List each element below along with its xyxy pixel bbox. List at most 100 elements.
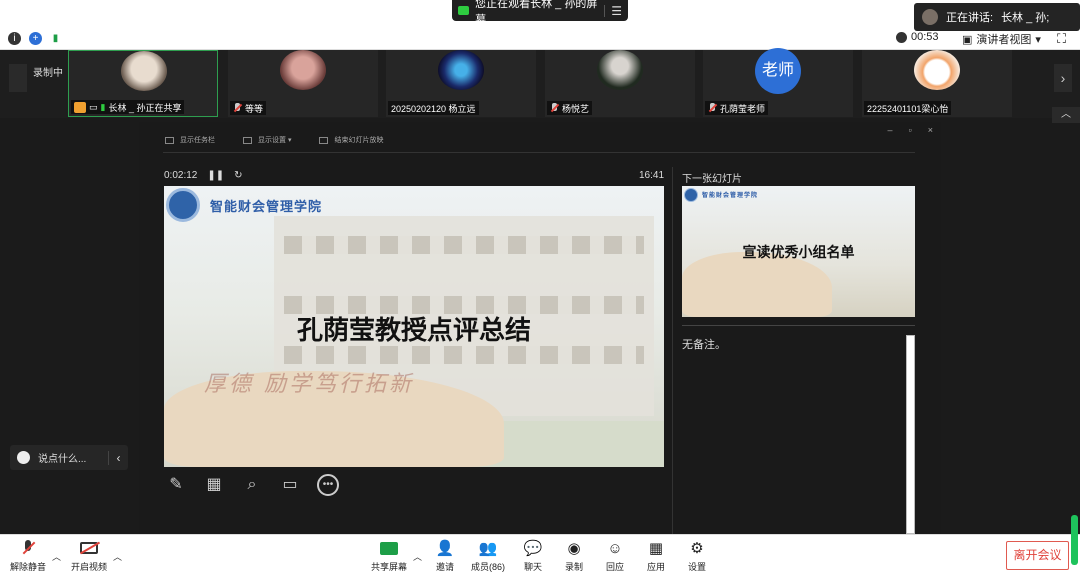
close-icon[interactable]: × bbox=[928, 125, 933, 135]
next-slide-preview[interactable]: 智能财会管理学院 宣读优秀小组名单 bbox=[682, 186, 915, 317]
video-off-icon bbox=[80, 542, 98, 554]
invite-button[interactable]: 👤 邀请 bbox=[434, 539, 456, 573]
participant-namebar: 20250202120 杨立远 bbox=[388, 101, 479, 115]
collapse-strip-icon[interactable]: ︿ bbox=[1052, 107, 1080, 123]
mic-muted-icon bbox=[21, 540, 35, 556]
chevron-left-icon[interactable]: ‹ bbox=[108, 450, 128, 465]
display-settings-label: 显示设置 ▾ bbox=[258, 137, 292, 144]
show-taskbar-button[interactable]: 显示任务栏 bbox=[165, 135, 215, 145]
video-strip: 录制中 ▭ ▮ 长林 _ 孙正在共享 等等 20250202120 杨立远 杨悦… bbox=[0, 48, 1080, 118]
record-icon: ◉ bbox=[567, 540, 581, 557]
minimize-icon[interactable]: – bbox=[888, 125, 893, 135]
chat-placeholder: 说点什么... bbox=[38, 454, 87, 465]
invite-icon: 👤 bbox=[435, 540, 455, 557]
restore-icon[interactable]: ▫ bbox=[909, 125, 912, 135]
chevron-up-icon[interactable]: ︿ bbox=[113, 550, 122, 563]
end-slideshow-button[interactable]: 结束幻灯片放映 bbox=[319, 135, 383, 145]
building-windows bbox=[284, 236, 644, 254]
participant-tile[interactable]: 等等 bbox=[228, 50, 378, 117]
divider bbox=[672, 167, 673, 534]
share-screen-button[interactable]: 共享屏幕 bbox=[371, 539, 407, 573]
view-mode-label: 演讲者视图 bbox=[976, 34, 1032, 46]
zoom-icon[interactable]: ⌕ bbox=[241, 474, 263, 496]
participant-namebar: 等等 bbox=[230, 101, 267, 115]
slide-title: 孔荫莹教授点评总结 bbox=[296, 315, 531, 345]
show-taskbar-label: 显示任务栏 bbox=[180, 137, 215, 144]
shield-icon[interactable]: + bbox=[29, 32, 42, 45]
meeting-info-bar: i + ▮ 00:53 ▣ 演讲者视图 ▾ ⛶ bbox=[0, 28, 1080, 50]
participant-tile[interactable]: 老师 孔荫莹老师 bbox=[703, 48, 853, 117]
end-show-icon bbox=[319, 136, 329, 144]
viewing-indicator[interactable]: 您正在观看长林 _ 孙的屏幕 ☰ bbox=[452, 0, 628, 26]
avatar bbox=[597, 50, 643, 90]
view-options-icon[interactable]: ☰ bbox=[611, 4, 622, 18]
settings-button[interactable]: ⚙ 设置 bbox=[686, 539, 708, 573]
signal-icon[interactable]: ▮ bbox=[49, 32, 62, 45]
view-mode-selector[interactable]: ▣ 演讲者视图 ▾ bbox=[962, 31, 1041, 47]
screen-icon[interactable]: ▭ bbox=[279, 474, 301, 496]
participant-tile[interactable]: ▭ ▮ 长林 _ 孙正在共享 bbox=[68, 50, 218, 117]
speaking-indicator: 正在讲话: 长林 _ 孙; bbox=[914, 3, 1080, 31]
strip-next-arrow[interactable]: › bbox=[1054, 64, 1072, 92]
chat-input[interactable]: 说点什么... ‹ bbox=[10, 445, 128, 470]
current-time: 16:41 bbox=[639, 170, 665, 181]
info-icon[interactable]: i bbox=[8, 32, 21, 45]
notes-scrollbar[interactable] bbox=[906, 335, 915, 534]
clock-icon bbox=[896, 31, 907, 43]
participant-name: 长林 _ 孙正在共享 bbox=[108, 102, 182, 113]
reaction-icon: ☺ bbox=[607, 539, 623, 557]
start-video-button[interactable]: 开启视频 bbox=[71, 539, 107, 573]
chevron-up-icon[interactable]: ︿ bbox=[52, 550, 61, 563]
participant-tile[interactable]: 20250202120 杨立远 bbox=[386, 50, 536, 117]
building-windows bbox=[284, 346, 644, 364]
pen-icon[interactable]: ✎ bbox=[165, 474, 187, 496]
meeting-timer: 00:53 bbox=[896, 31, 939, 43]
participant-name: 杨悦艺 bbox=[562, 103, 590, 114]
reactions-button[interactable]: ☺ 回应 bbox=[604, 539, 626, 573]
participant-namebar: 杨悦艺 bbox=[547, 101, 593, 115]
screen-icon: ▭ bbox=[89, 101, 98, 112]
unmute-label: 解除静音 bbox=[10, 562, 47, 572]
chevron-up-icon[interactable]: ︿ bbox=[413, 550, 422, 563]
school-logo bbox=[684, 188, 698, 202]
start-video-label: 开启视频 bbox=[71, 562, 108, 572]
elapsed-timer: 0:02:12 ❚❚ ↻ bbox=[164, 170, 243, 181]
chat-button[interactable]: 💬 聊天 bbox=[522, 539, 544, 573]
emoji-icon[interactable] bbox=[17, 451, 30, 464]
mic-muted-icon bbox=[708, 103, 717, 113]
timer-value: 00:53 bbox=[911, 31, 939, 43]
divider bbox=[682, 325, 915, 326]
participant-tile[interactable]: 杨悦艺 bbox=[545, 50, 695, 117]
unmute-button[interactable]: 解除静音 bbox=[10, 539, 46, 573]
window-controls: – ▫ × bbox=[888, 125, 933, 135]
screen-share-icon bbox=[458, 6, 470, 15]
fullscreen-icon[interactable]: ⛶ bbox=[1057, 31, 1066, 47]
members-button[interactable]: 👥 成员(86) bbox=[471, 539, 505, 573]
more-options-icon[interactable]: ••• bbox=[317, 474, 339, 496]
share-screen-label: 共享屏幕 bbox=[371, 562, 408, 572]
apps-button[interactable]: ▦ 应用 bbox=[645, 539, 667, 573]
sharing-icon bbox=[74, 101, 86, 113]
all-slides-icon[interactable]: ▦ bbox=[203, 474, 225, 496]
record-button[interactable]: ◉ 录制 bbox=[563, 539, 585, 573]
school-name: 智能财会管理学院 bbox=[702, 192, 759, 199]
reset-icon[interactable]: ↻ bbox=[234, 170, 242, 181]
active-indicator bbox=[1071, 515, 1078, 565]
participant-namebar: 孔荫莹老师 bbox=[705, 101, 769, 115]
next-slide-title: 宣读优秀小组名单 bbox=[742, 244, 855, 260]
strip-prev-arrow[interactable] bbox=[9, 64, 27, 92]
avatar bbox=[914, 50, 960, 90]
participant-tile[interactable]: 22252401101梁心怡 bbox=[862, 50, 1012, 117]
current-slide[interactable]: 智能财会管理学院 厚德 励学笃行拓新 孔荫莹教授点评总结 bbox=[164, 186, 664, 467]
leave-meeting-button[interactable]: 离开会议 bbox=[1006, 541, 1069, 570]
settings-label: 设置 bbox=[687, 562, 706, 572]
pause-icon[interactable]: ❚❚ bbox=[207, 170, 224, 181]
presenter-toolbar: 显示任务栏 显示设置 ▾ 结束幻灯片放映 bbox=[165, 135, 383, 145]
mic-muted-icon bbox=[233, 103, 242, 113]
recording-label: 录制中 bbox=[33, 68, 63, 79]
reactions-label: 回应 bbox=[605, 562, 624, 572]
display-settings-button[interactable]: 显示设置 ▾ bbox=[243, 135, 291, 145]
speaker-notes: 无备注。 bbox=[682, 339, 726, 351]
presenter-view: – ▫ × 显示任务栏 显示设置 ▾ 结束幻灯片放映 0:02:12 ❚❚ ↻ … bbox=[139, 122, 941, 534]
divider bbox=[163, 152, 915, 153]
